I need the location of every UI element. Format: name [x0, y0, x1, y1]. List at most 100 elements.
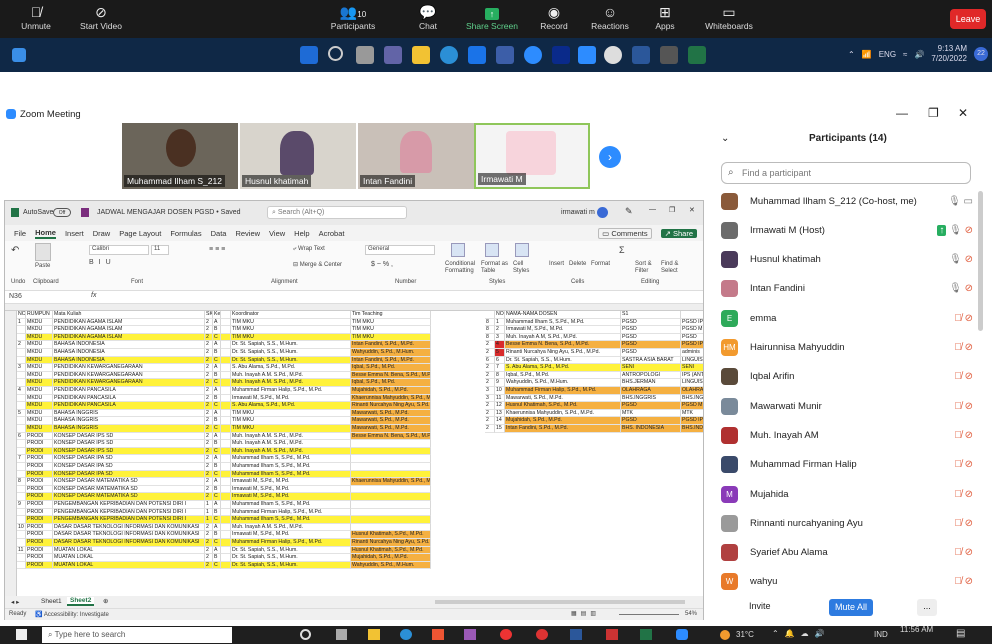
close-button[interactable]: ✕	[689, 206, 695, 214]
table-cell[interactable]: BHS.INGGRIS	[621, 394, 681, 403]
table-cell[interactable]	[681, 311, 703, 319]
table-cell[interactable]: MUATAN LOKAL	[53, 554, 205, 562]
table-cell[interactable]: Wahyuddin, S.Pd., M.Hum.	[351, 561, 431, 570]
taskbar-search[interactable]: ⌕ Type here to search	[42, 627, 232, 643]
table-cell[interactable]	[221, 478, 231, 486]
table-cell[interactable]: 15	[495, 425, 505, 433]
table-cell[interactable]: Muh. Inayah A.M. S.Pd., M.Pd.	[231, 440, 351, 448]
table-cell[interactable]: B	[213, 554, 221, 562]
app-icon[interactable]	[496, 46, 514, 64]
name-box[interactable]: N36	[9, 293, 22, 300]
table-cell[interactable]: Muhammad Ilham S, S.Pd., M.Pd.	[231, 501, 351, 509]
table-cell[interactable]: 6	[495, 356, 505, 365]
table-cell[interactable]: 2	[205, 523, 213, 532]
table-cell[interactable]: PGSD	[621, 349, 681, 357]
table-cell[interactable]: KONSEP DASAR MATEMATIKA SD	[53, 493, 205, 501]
video-tile[interactable]: Intan Fandini	[358, 123, 474, 189]
video-off-icon[interactable]: ⊘	[965, 518, 973, 529]
app-icon[interactable]	[464, 629, 476, 640]
participant-item[interactable]: Eemma 🎙̸ ⊘	[721, 305, 977, 331]
table-cell[interactable]: PRODI	[26, 455, 53, 463]
table-cell[interactable]: Muhammad Ilham S, S.Pd., M.Pd.	[231, 455, 351, 463]
table-cell[interactable]	[351, 501, 431, 509]
table-cell[interactable]: 9	[17, 501, 26, 509]
table-cell[interactable]: BHS.IND	[681, 425, 703, 433]
table-cell[interactable]: PGSD IP	[681, 341, 703, 349]
table-cell[interactable]: 8	[485, 326, 495, 334]
table-cell[interactable]: 10	[17, 523, 26, 532]
unmute-button[interactable]: 🎙̸ Unmute	[16, 3, 56, 31]
excel-icon[interactable]	[640, 629, 652, 640]
table-cell[interactable]: LINGUIS	[681, 379, 703, 387]
zoom-slider[interactable]	[619, 614, 679, 615]
table-cell[interactable]: 2	[485, 402, 495, 410]
font-style-buttons[interactable]: BIU	[89, 259, 116, 266]
table-cell[interactable]: Irmawati M, S.Pd., M.Pd.	[231, 478, 351, 486]
whiteboards-button[interactable]: ▭ Whiteboards	[704, 3, 754, 31]
table-cell[interactable]: OLAHRAGA	[621, 387, 681, 395]
table-cell[interactable]: PRODI	[26, 523, 53, 532]
video-off-icon[interactable]: ⊘	[965, 225, 973, 236]
share-button[interactable]: ↗ Share	[660, 228, 697, 238]
table-cell[interactable]: Besse Emma N. Bena, S.Pd., M.Pd.	[505, 341, 621, 349]
conditional-formatting-button[interactable]: Conditional Formatting	[445, 261, 479, 275]
video-off-icon[interactable]: ⊘	[965, 254, 973, 265]
table-cell[interactable]: KONSEP DASAR IPA SD	[53, 470, 205, 479]
table-cell[interactable]: PGSD	[621, 341, 681, 349]
participant-list-scrollbar[interactable]	[978, 191, 983, 331]
table-cell[interactable]: Husnul Khatimah, S.Pd., M.Pd.	[505, 402, 621, 410]
table-cell[interactable]: PRODI	[26, 501, 53, 509]
notification-badge[interactable]: 22	[974, 47, 988, 61]
table-cell[interactable]: 6	[17, 432, 26, 441]
table-cell[interactable]: PENGEMBANGAN KEPRIBADIAN DAN POTENSI DIR…	[53, 516, 205, 524]
table-cell[interactable]: MTK	[681, 409, 703, 418]
table-cell[interactable]: 1	[205, 508, 213, 517]
participant-item[interactable]: Intan Fandini 🎙 ⊘	[721, 276, 977, 302]
table-cell[interactable]	[221, 485, 231, 494]
table-cell[interactable]	[221, 455, 231, 463]
microphone-muted-icon[interactable]: 🎙̸	[954, 459, 962, 470]
table-cell[interactable]: adminis	[681, 349, 703, 357]
table-cell[interactable]: Intan Fandini, S.Pd., M.Pd.	[505, 425, 621, 433]
restore-button[interactable]: ❐	[928, 106, 939, 120]
network-icon[interactable]: 📶	[862, 50, 872, 59]
table-cell[interactable]	[221, 523, 231, 532]
table-cell[interactable]	[221, 508, 231, 517]
pen-icon[interactable]: ✎	[625, 206, 633, 217]
participant-item[interactable]: Rinnanti nurcahyaning Ayu 🎙̸ ⊘	[721, 510, 977, 536]
video-off-icon[interactable]: ⊘	[965, 576, 973, 587]
table-cell[interactable]	[221, 440, 231, 448]
table-cell[interactable]	[17, 516, 26, 524]
table-cell[interactable]: Muhammad Ilham S, S.Pd., M.Pd.	[231, 463, 351, 471]
table-cell[interactable]	[17, 508, 26, 517]
table-cell[interactable]: 13	[495, 409, 505, 418]
chat-button[interactable]: 💬 Chat	[414, 3, 442, 31]
table-cell[interactable]: 7	[495, 364, 505, 372]
word-icon[interactable]	[632, 46, 650, 64]
table-cell[interactable]: LINGUIS	[681, 356, 703, 365]
table-cell[interactable]: 2	[205, 539, 213, 547]
table-cell[interactable]	[221, 463, 231, 471]
microphone-muted-icon[interactable]: 🎙̸	[954, 430, 962, 441]
video-off-icon[interactable]: ⊘	[965, 342, 973, 353]
table-cell[interactable]: Husnul Khatimah, S.Pd., M.Pd.	[351, 531, 431, 539]
search-icon[interactable]	[328, 46, 343, 61]
table-cell[interactable]: 2	[205, 561, 213, 570]
table-cell[interactable]: Rinanti Nurcahya Ning Ayu, S.Pd., M.Pd.	[505, 349, 621, 357]
table-cell[interactable]: IPS (ANT	[681, 371, 703, 380]
more-button[interactable]: ...	[917, 599, 937, 616]
table-cell[interactable]: PRODI	[26, 463, 53, 471]
participant-item[interactable]: Muhammad Firman Halip 🎙̸ ⊘	[721, 452, 977, 478]
video-tile[interactable]: Husnul khatimah	[240, 123, 356, 189]
table-cell[interactable]: 10	[495, 387, 505, 395]
video-off-icon[interactable]: ⊘	[965, 430, 973, 441]
tab-page-layout[interactable]: Page Layout	[119, 229, 161, 238]
close-button[interactable]: ✕	[958, 106, 968, 120]
participant-item[interactable]: Irmawati M (Host) ↑ 🎙 ⊘	[721, 217, 977, 243]
tab-draw[interactable]: Draw	[93, 229, 111, 238]
table-cell[interactable]: PRODI	[26, 493, 53, 501]
table-cell[interactable]: 8	[17, 478, 26, 486]
table-cell[interactable]: Dr. St. Sapiah, S.S., M.Hum.	[505, 356, 621, 365]
table-cell[interactable]: 11	[17, 546, 26, 555]
leave-button[interactable]: Leave	[950, 9, 986, 29]
